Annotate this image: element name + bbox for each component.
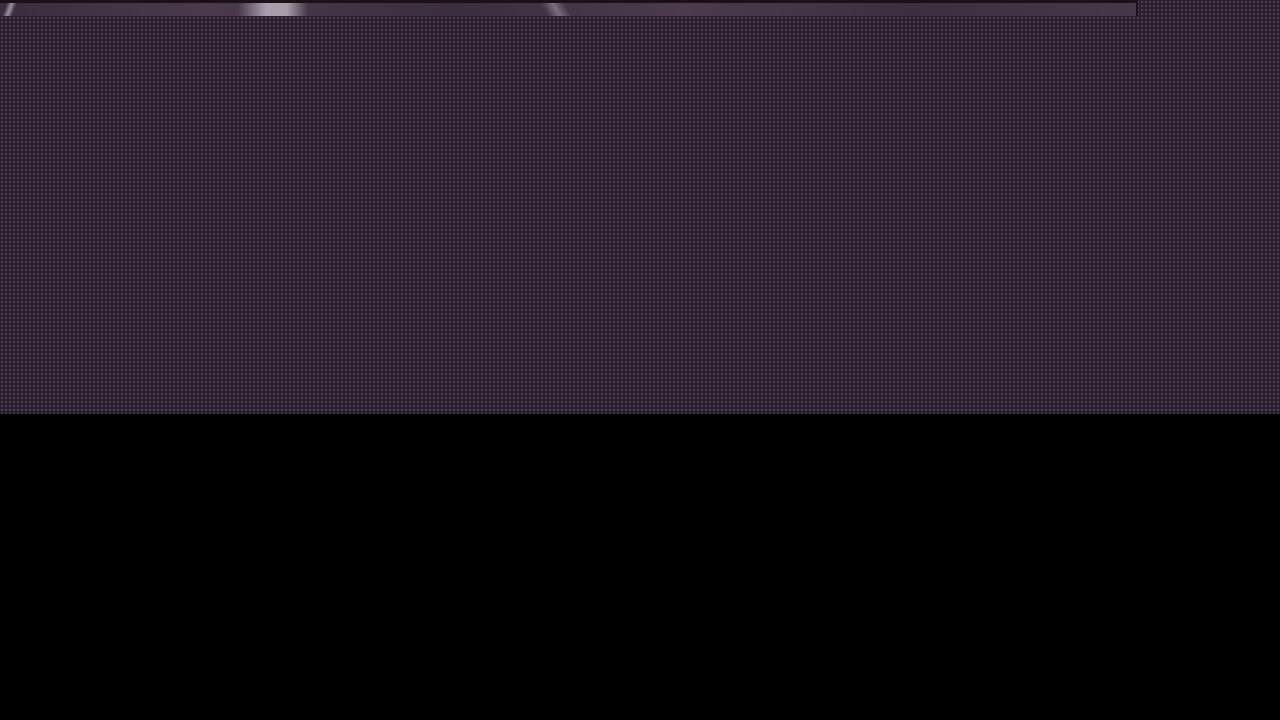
empty-black-area — [0, 414, 1280, 720]
banner-highlight-streak — [1, 3, 17, 16]
banner-highlight-streak — [540, 3, 574, 16]
dotted-background-pattern — [0, 0, 1280, 414]
banner-edge — [1136, 3, 1138, 16]
page-viewport — [0, 0, 1280, 720]
cropped-banner-image — [0, 0, 1138, 16]
banner-highlight-streak — [238, 3, 308, 16]
